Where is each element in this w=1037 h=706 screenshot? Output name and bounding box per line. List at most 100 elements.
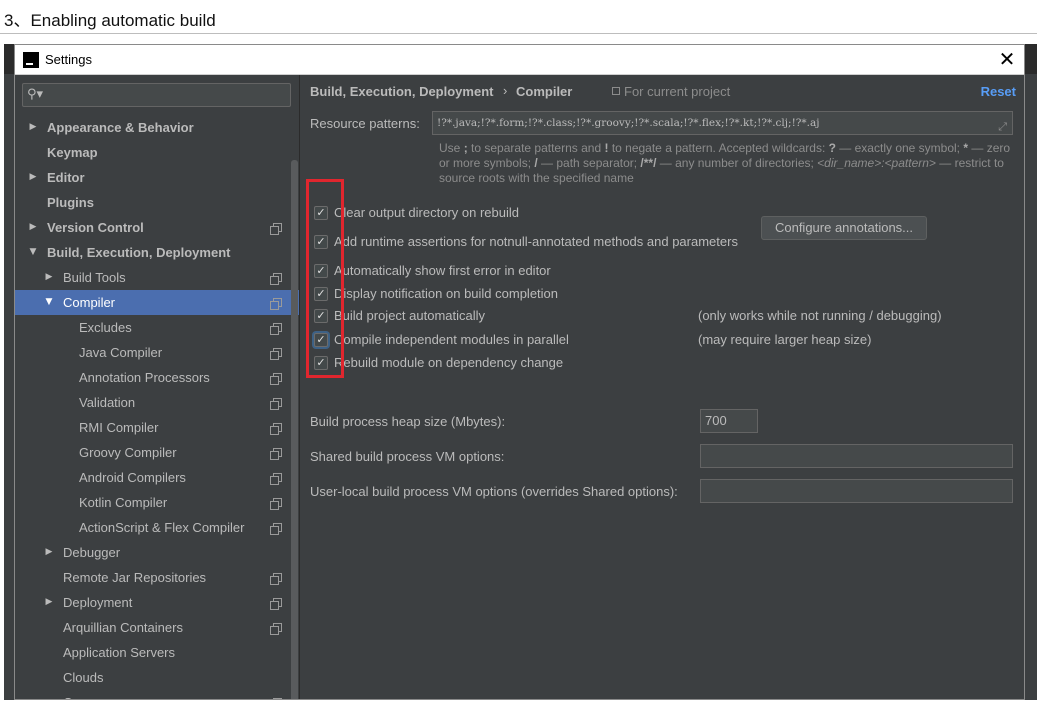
caption-divider (0, 33, 1037, 34)
option-label[interactable]: Rebuild module on dependency change (334, 353, 563, 373)
option-note: (may require larger heap size) (698, 332, 872, 347)
breadcrumb-separator: › (503, 83, 508, 98)
hint-fragment: — path separator; (541, 156, 641, 170)
hint-fragment: — exactly one symbol; (839, 141, 964, 155)
sidebar-item-label: Annotation Processors (79, 370, 210, 385)
option-label[interactable]: Build project automatically (334, 306, 485, 326)
sidebar-item[interactable]: Validation (15, 390, 299, 415)
sidebar-item[interactable]: Remote Jar Repositories (15, 565, 299, 590)
sidebar-item[interactable]: Plugins (15, 190, 299, 215)
option-label[interactable]: Display notification on build completion (334, 284, 558, 304)
collapsed-arrow-icon[interactable]: ▶ (43, 540, 55, 565)
sidebar-item[interactable]: Clouds (15, 665, 299, 690)
sidebar-item-label: Validation (79, 395, 136, 410)
hint-fragment: — any number of directories; (659, 156, 818, 170)
sidebar-item-label: Excludes (79, 320, 132, 335)
background-ide-right-panel (1025, 74, 1037, 700)
sidebar-item[interactable]: Kotlin Compiler (15, 490, 299, 515)
collapsed-arrow-icon[interactable]: ▶ (27, 215, 39, 240)
sidebar-item-label: Remote Jar Repositories (63, 570, 207, 585)
option-checkbox[interactable]: ✓ (314, 206, 328, 220)
sidebar-item-label: Appearance & Behavior (47, 120, 194, 135)
option-note: (only works while not running / debuggin… (698, 308, 942, 323)
option-label[interactable]: Automatically show first error in editor (334, 261, 551, 281)
sidebar-item[interactable]: Java Compiler (15, 340, 299, 365)
sidebar-item[interactable]: Keymap (15, 140, 299, 165)
sidebar-item-label: Editor (47, 170, 85, 185)
sidebar-item[interactable]: ▶ Debugger (15, 540, 299, 565)
project-level-icon (270, 373, 282, 385)
hint-fragment: /**/ (640, 156, 660, 170)
sidebar-item[interactable]: ▶ Build Tools (15, 265, 299, 290)
for-current-project-label: For current project (612, 84, 730, 99)
sidebar-item[interactable]: Application Servers (15, 640, 299, 665)
user-local-vm-options-input[interactable] (700, 479, 1013, 503)
settings-dialog: Settings ✕ ⚲▾ ▶ Appearance & Behavior Keym… (14, 44, 1025, 700)
option-checkbox[interactable]: ✓ (314, 264, 328, 278)
sidebar-item[interactable]: ▼ Build, Execution, Deployment (15, 240, 299, 265)
option-checkbox[interactable]: ✓ (314, 287, 328, 301)
sidebar-item[interactable]: Groovy Compiler (15, 440, 299, 465)
configure-annotations-button[interactable]: Configure annotations... (761, 216, 927, 240)
project-level-icon (270, 298, 282, 310)
sidebar-item[interactable]: ▶ Version Control (15, 215, 299, 240)
sidebar-item-label: Android Compilers (79, 470, 186, 485)
resource-patterns-input[interactable]: !?*.java;!?*.form;!?*.class;!?*.groovy;!… (432, 111, 1013, 135)
close-icon[interactable]: ✕ (996, 48, 1018, 70)
project-level-icon (270, 473, 282, 485)
sidebar-item[interactable]: Annotation Processors (15, 365, 299, 390)
collapsed-arrow-icon[interactable]: ▶ (43, 590, 55, 615)
collapsed-arrow-icon[interactable]: ▶ (27, 115, 39, 140)
sidebar-item-label: Application Servers (63, 645, 175, 660)
option-checkbox[interactable]: ✓ (314, 333, 328, 347)
project-level-icon (270, 398, 282, 410)
sidebar-item-label: Kotlin Compiler (79, 495, 168, 510)
sidebar-item[interactable]: Excludes (15, 315, 299, 340)
sidebar-item-label: Clouds (63, 670, 104, 685)
sidebar-item-label: Keymap (47, 145, 98, 160)
intellij-app-icon (23, 52, 39, 68)
sidebar-item-label: Arquillian Containers (63, 620, 183, 635)
resource-patterns-label: Resource patterns: (310, 116, 420, 131)
sidebar-item-label: Version Control (47, 220, 144, 235)
expanded-arrow-icon[interactable]: ▼ (43, 290, 55, 315)
sidebar-item[interactable]: C... (15, 690, 299, 699)
option-checkbox[interactable]: ✓ (314, 309, 328, 323)
sidebar-item[interactable]: ▶ Appearance & Behavior (15, 115, 299, 140)
hint-fragment: ? (828, 141, 840, 155)
option-label[interactable]: Compile independent modules in parallel (334, 330, 569, 350)
project-level-icon (270, 423, 282, 435)
option-label[interactable]: Add runtime assertions for notnull-annot… (334, 232, 738, 252)
for-current-project-text: For current project (624, 84, 731, 99)
user-local-vm-options-label: User-local build process VM options (ove… (310, 484, 678, 499)
collapsed-arrow-icon[interactable]: ▶ (27, 165, 39, 190)
sidebar-item[interactable]: Arquillian Containers (15, 615, 299, 640)
sidebar-item[interactable]: ▶ Editor (15, 165, 299, 190)
collapsed-arrow-icon[interactable]: ▶ (43, 265, 55, 290)
hint-fragment: to negate a pattern. Accepted wildcards: (611, 141, 829, 155)
settings-search-input[interactable]: ⚲▾ (22, 83, 291, 107)
breadcrumb-current: Compiler (516, 84, 573, 99)
option-checkbox[interactable]: ✓ (314, 235, 328, 249)
expand-icon[interactable]: ⤢ (998, 116, 1007, 134)
sidebar-scrollbar[interactable] (291, 160, 298, 699)
document-caption: 3、Enabling automatic build (4, 11, 216, 30)
sidebar-item[interactable]: Android Compilers (15, 465, 299, 490)
heap-size-input[interactable]: 700 (700, 409, 758, 433)
project-level-icon (270, 573, 282, 585)
sidebar-item[interactable]: RMI Compiler (15, 415, 299, 440)
sidebar-item-label: Groovy Compiler (79, 445, 177, 460)
sidebar-item[interactable]: ▼ Compiler (15, 290, 299, 315)
sidebar-item[interactable]: ActionScript & Flex Compiler (15, 515, 299, 540)
sidebar-item[interactable]: ▶ Deployment (15, 590, 299, 615)
hint-fragment: ! (604, 141, 612, 155)
option-label[interactable]: Clear output directory on rebuild (334, 203, 519, 223)
option-checkbox[interactable]: ✓ (314, 356, 328, 370)
expanded-arrow-icon[interactable]: ▼ (27, 240, 39, 265)
reset-link[interactable]: Reset (981, 84, 1016, 99)
hint-fragment: <dir_name>:<pattern> (817, 156, 936, 170)
shared-vm-options-input[interactable] (700, 444, 1013, 468)
project-level-icon (270, 598, 282, 610)
sidebar-item-label: Build, Execution, Deployment (47, 245, 231, 260)
hint-fragment: to separate patterns and (471, 141, 605, 155)
